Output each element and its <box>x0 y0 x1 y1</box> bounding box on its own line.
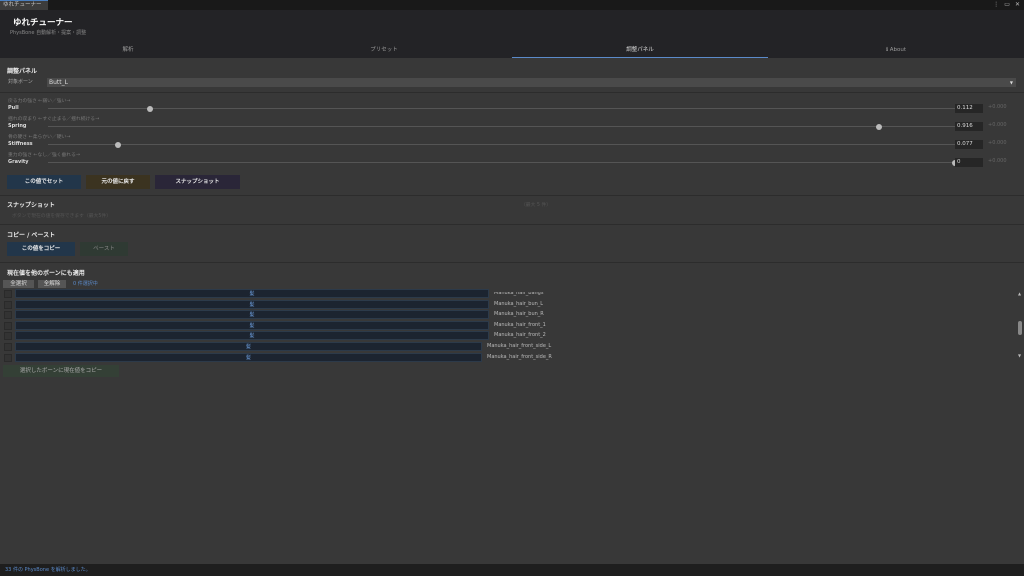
row-checkbox[interactable] <box>4 332 12 341</box>
divider <box>0 92 1024 93</box>
divider <box>0 224 1024 225</box>
window-tab[interactable]: ゆれチューナー <box>0 0 48 10</box>
revert-button[interactable]: 元の値に戻す <box>86 175 150 189</box>
param-hint: 骨の硬さ ←柔らかい／硬い→ <box>8 135 71 140</box>
list-scrollbar[interactable]: ▲ ▼ <box>1016 291 1024 361</box>
row-checkbox[interactable] <box>4 290 12 298</box>
param-label-stiffness: Stiffness <box>8 141 33 147</box>
target-bone-select[interactable]: Butt_L ▼ <box>47 78 1016 87</box>
row-bone-name: Manuka_hair_bun_L <box>494 300 544 307</box>
param-value-input[interactable]: 0.077 <box>955 140 983 149</box>
scroll-thumb[interactable] <box>1018 321 1022 335</box>
param-slider-gravity[interactable] <box>48 159 958 166</box>
param-slider-stiffness[interactable] <box>48 141 955 148</box>
divider <box>0 262 1024 263</box>
row-bone-name: Manuka_hair_front_1 <box>494 321 546 328</box>
row-group: 髪 <box>249 312 255 319</box>
tab-adjust-panel[interactable]: 調整パネル <box>512 44 768 58</box>
param-slider-pull[interactable] <box>48 105 955 112</box>
param-label-gravity: Gravity <box>8 159 29 165</box>
row-bone-name: Manuka_hair_front_2 <box>494 332 546 339</box>
param-value-input[interactable]: 0.112 <box>955 104 983 113</box>
param-hint: 重力の強さ ←なし／強く垂れる→ <box>8 153 80 158</box>
row-group: 髪 <box>249 301 255 308</box>
set-value-button[interactable]: この値でセット <box>7 175 81 189</box>
panel-heading: 調整パネル <box>7 68 38 75</box>
slider-thumb[interactable] <box>875 123 882 130</box>
target-bone-value: Butt_L <box>49 79 68 86</box>
target-bone-label: 対象ボーン <box>8 79 33 85</box>
row-bone-button[interactable]: 髪 <box>15 310 489 320</box>
copy-value-button[interactable]: この値をコピー <box>7 242 75 256</box>
slider-thumb[interactable] <box>114 141 121 148</box>
param-delta: +0.000 <box>988 104 1007 110</box>
row-group: 髪 <box>249 322 255 329</box>
close-icon[interactable]: ✕ <box>1015 0 1020 10</box>
row-bone-button[interactable]: 髪 <box>15 299 489 309</box>
snapshot-heading: スナップショット <box>7 202 56 209</box>
row-group: 髪 <box>249 333 255 340</box>
app-subtitle: PhysBone 自動解析・提案・調整 <box>10 30 87 36</box>
row-bone-button[interactable]: 髪 <box>15 331 489 341</box>
select-all-button[interactable]: 全選択 <box>3 280 34 288</box>
status-bar: 33 件の PhysBone を解析しました。 <box>0 564 1024 576</box>
row-bone-button[interactable]: 髪 <box>15 352 482 362</box>
param-delta: +0.000 <box>988 140 1007 146</box>
copy-paste-heading: コピー / ペースト <box>7 232 56 239</box>
row-checkbox[interactable] <box>4 321 12 330</box>
row-bone-button[interactable]: 髪 <box>15 289 489 298</box>
deselect-all-button[interactable]: 全解除 <box>38 280 66 288</box>
maximize-icon[interactable]: ▭ <box>1004 0 1010 10</box>
row-group: 髪 <box>249 291 255 297</box>
divider <box>0 195 1024 196</box>
tab-presets[interactable]: プリセット <box>256 44 512 58</box>
param-label-spring: Spring <box>8 123 27 129</box>
param-label-pull: Pull <box>8 105 19 111</box>
paste-button[interactable]: ペースト <box>80 242 128 256</box>
scroll-down-icon[interactable]: ▼ <box>1018 353 1021 358</box>
param-slider-spring[interactable] <box>48 123 955 130</box>
snapshot-button[interactable]: スナップショット <box>155 175 240 189</box>
scroll-up-icon[interactable]: ▲ <box>1018 291 1021 296</box>
tab-about[interactable]: ℹ About <box>768 44 1024 58</box>
app-title: ゆれチューナー <box>13 18 73 28</box>
row-checkbox[interactable] <box>4 343 12 351</box>
row-bone-name: Manuka_hair_front_side_L <box>487 343 552 349</box>
window-titlebar <box>0 0 1024 10</box>
row-bone-name: Manuka_hair_bangs <box>494 290 544 296</box>
snapshot-max: （最大 5 件） <box>521 203 552 208</box>
param-value-input[interactable]: 0.916 <box>955 122 983 131</box>
chevron-down-icon: ▼ <box>1009 80 1013 85</box>
row-group: 髪 <box>245 354 251 361</box>
snapshot-hint: ボタンで現在の値を保存できます（最大5件） <box>12 214 111 219</box>
row-bone-button[interactable]: 髪 <box>15 320 489 330</box>
copy-to-selected-button[interactable]: 選択したボーンに現在値をコピー <box>3 365 119 377</box>
param-value-input[interactable]: 0 <box>955 158 983 167</box>
apply-heading: 現在値を他のボーンにも適用 <box>7 270 85 277</box>
selected-count: 0 件選択中 <box>73 281 98 287</box>
slider-thumb[interactable] <box>146 105 153 112</box>
tab-analysis[interactable]: 解析 <box>0 44 256 58</box>
row-bone-name: Manuka_hair_front_side_R <box>487 353 552 360</box>
param-delta: +0.000 <box>988 158 1007 164</box>
row-bone-name: Manuka_hair_bun_R <box>494 311 544 318</box>
row-group: 髪 <box>245 344 251 350</box>
param-delta: +0.000 <box>988 122 1007 128</box>
more-icon[interactable]: ⋮ <box>993 0 999 10</box>
window-controls: ⋮ ▭ ✕ <box>993 0 1020 10</box>
row-checkbox[interactable] <box>4 311 12 320</box>
param-hint: 戻る力の強さ ←弱い／強い→ <box>8 99 71 104</box>
row-checkbox[interactable] <box>4 353 12 362</box>
param-hint: 揺れの収まり ←すぐ止まる／揺れ続ける→ <box>8 117 100 122</box>
row-checkbox[interactable] <box>4 300 12 309</box>
row-bone-button[interactable]: 髪 <box>15 342 482 351</box>
